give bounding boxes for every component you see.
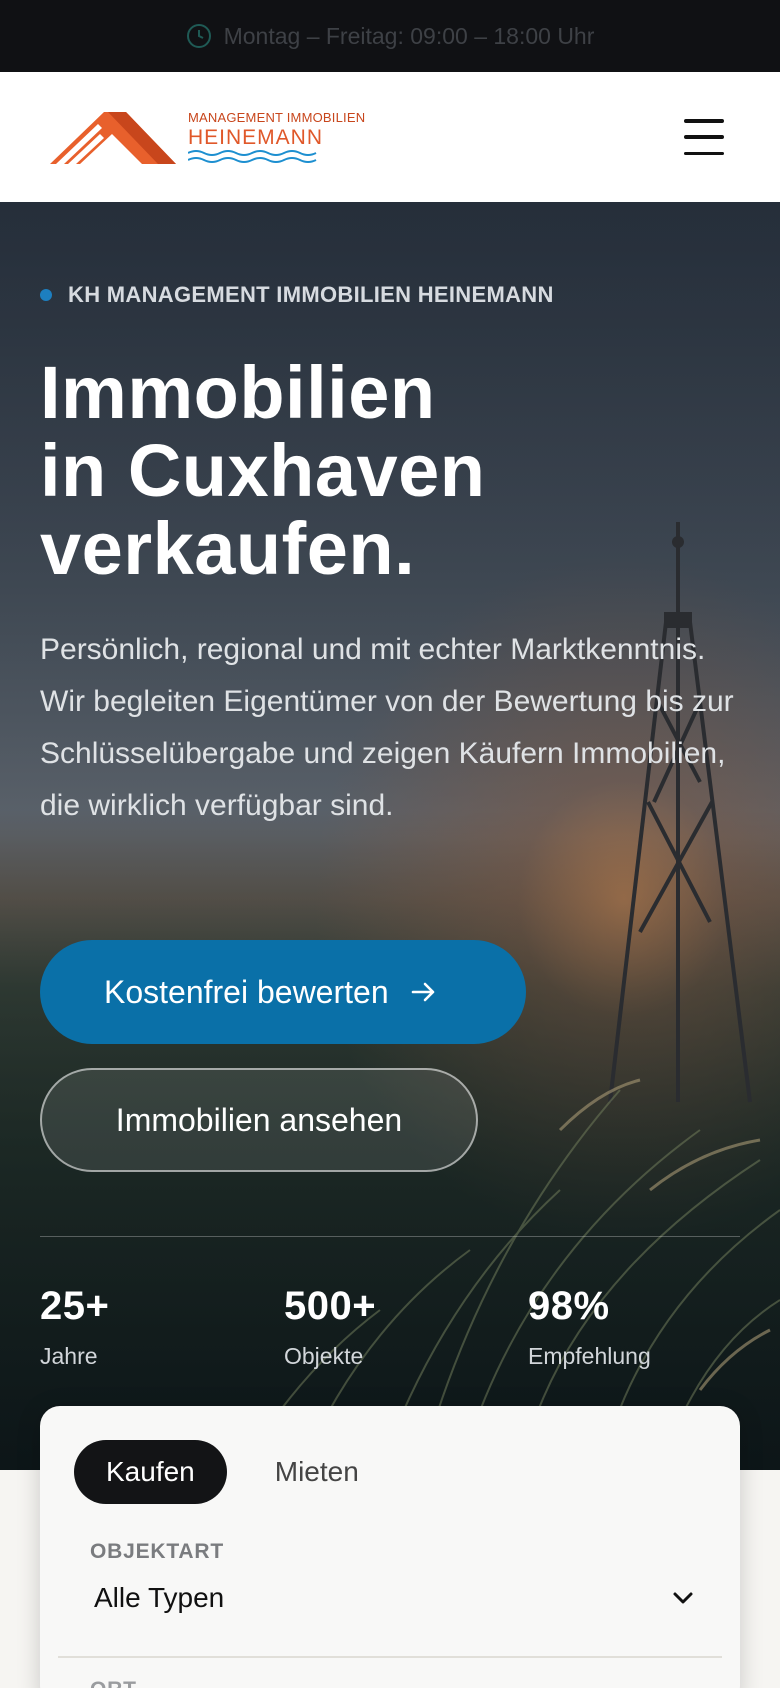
stats-divider	[40, 1236, 740, 1237]
stat-recommendation: 98% Empfehlung	[528, 1284, 651, 1370]
stat-value: 500+	[284, 1284, 377, 1328]
headline-line-3: verkaufen.	[40, 507, 416, 590]
valuation-button[interactable]: Kostenfrei bewerten	[40, 940, 526, 1044]
hero-lead-text: Persönlich, regional und mit echter Mark…	[40, 633, 734, 822]
logo-roof-icon	[50, 112, 176, 164]
hamburger-menu-icon[interactable]	[684, 119, 724, 155]
arrow-right-icon	[411, 982, 434, 1002]
logo-name: HEINEMANN	[188, 125, 324, 149]
stat-value: 98%	[528, 1284, 610, 1328]
location-field-label: ORT	[90, 1678, 137, 1688]
clock-icon	[186, 24, 211, 48]
stat-value: 25+	[40, 1284, 110, 1328]
accent-dot	[40, 289, 52, 301]
search-tabs: Kaufen Mieten	[74, 1440, 391, 1504]
valuation-button-label: Kostenfrei bewerten	[104, 973, 389, 1010]
eyebrow-text: KH MANAGEMENT IMMOBILIEN HEINEMANN	[68, 282, 554, 307]
type-select-value: Alle Typen	[94, 1582, 225, 1613]
site-header: MANAGEMENT IMMOBILIEN HEINEMANN	[0, 72, 780, 202]
type-field-label: OBJEKTART	[90, 1540, 224, 1563]
logo-tagline: MANAGEMENT IMMOBILIEN	[188, 109, 366, 125]
headline-line-1: Immobilien	[40, 351, 436, 434]
logo-waves-icon	[188, 149, 317, 163]
logo[interactable]: MANAGEMENT IMMOBILIEN HEINEMANN	[50, 108, 365, 166]
tab-kaufen[interactable]: Kaufen	[74, 1440, 227, 1504]
type-select[interactable]: Alle Typen	[94, 1574, 694, 1622]
stat-label: Objekte	[284, 1343, 364, 1369]
stat-label: Empfehlung	[528, 1343, 651, 1369]
chevron-down-icon	[673, 1592, 693, 1604]
view-properties-label: Immobilien ansehen	[115, 1101, 403, 1138]
view-properties-button[interactable]: Immobilien ansehen	[40, 1068, 478, 1172]
top-info-bar: Montag – Freitag: 09:00 – 18:00 Uhr	[0, 0, 780, 72]
field-divider	[58, 1656, 722, 1658]
stat-years: 25+ Jahre	[40, 1284, 109, 1370]
property-search-card: Kaufen Mieten OBJEKTART Alle Typen ORT	[40, 1406, 740, 1688]
opening-hours: Montag – Freitag: 09:00 – 18:00 Uhr	[223, 22, 595, 49]
hero-eyebrow: KH MANAGEMENT IMMOBILIEN HEINEMANN	[40, 282, 554, 308]
headline-line-2: in Cuxhaven	[40, 429, 486, 512]
page-title: Immobilien in Cuxhaven verkaufen.	[40, 354, 486, 588]
stat-label: Jahre	[40, 1343, 98, 1369]
stat-objects: 500+ Objekte	[284, 1284, 376, 1370]
tab-mieten[interactable]: Mieten	[243, 1440, 391, 1504]
hero-section: KH MANAGEMENT IMMOBILIEN HEINEMANN Immob…	[0, 202, 780, 1470]
